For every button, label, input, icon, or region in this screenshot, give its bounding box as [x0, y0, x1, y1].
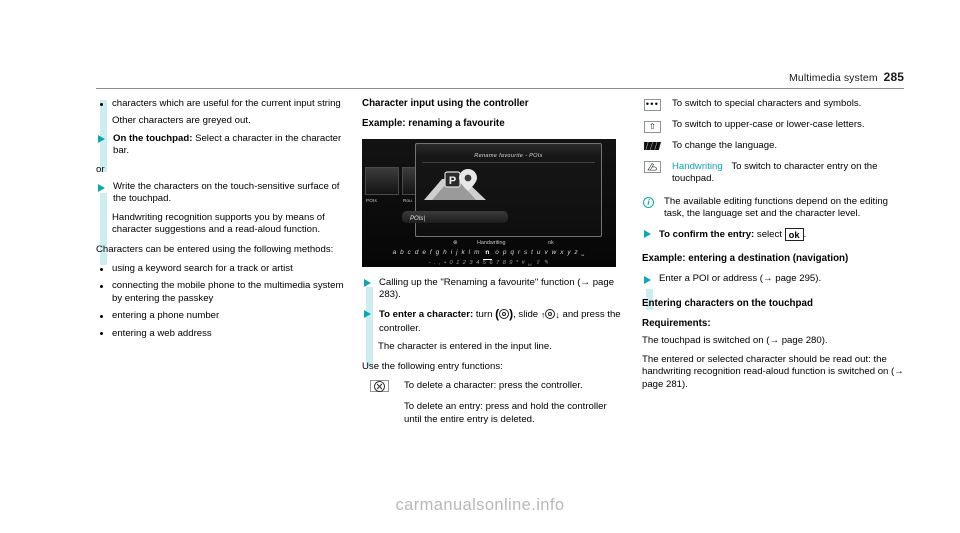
entry-function-text: To delete a character: press the control… — [404, 380, 583, 392]
paragraph: Use the following entry functions: — [362, 360, 503, 372]
step-item: Enter a POI or address (→ page 295). — [642, 273, 904, 285]
step-item: Calling up the "Renaming a favourite" fu… — [362, 277, 624, 302]
favourite-tile-label: Rou — [403, 197, 413, 203]
editing-function-text: To switch to upper-case or lower-case le… — [672, 119, 865, 130]
paragraph: Characters can be entered using the foll… — [96, 243, 334, 255]
ok-key-icon[interactable]: ok — [784, 227, 804, 241]
step-label-bold: To confirm the entry: — [659, 228, 755, 240]
section-heading: Character input using the controller — [362, 98, 529, 109]
list-item-label: entering a phone number — [112, 310, 220, 322]
list-item-label: characters which are useful for the curr… — [112, 98, 341, 109]
info-note-text: The available editing functions depend o… — [664, 195, 889, 220]
header-title: Multimedia system — [789, 72, 878, 84]
step-label-end: . — [803, 228, 807, 240]
step-label: Calling up the "Renaming a favourite" fu… — [379, 276, 615, 301]
bullet-marker — [100, 102, 104, 106]
section-subheading: Example: renaming a favourite — [362, 118, 505, 130]
section-heading: Example: entering a destination (navigat… — [642, 253, 849, 265]
bullet-marker — [100, 284, 104, 289]
step-label-mid: turn — [473, 308, 496, 320]
manual-page: Multimedia system 285 characters which ar… — [0, 0, 960, 533]
dialog-divider — [422, 161, 595, 163]
special-characters-icon: ••• — [644, 98, 661, 111]
editing-function-row: ⇧ To switch to upper-case or lower-case … — [642, 119, 904, 133]
requirements-heading: Requirements: — [642, 318, 711, 330]
step-continuation: The character is entered in the input li… — [378, 341, 552, 353]
entry-function-text: To delete an entry: press and hold the c… — [404, 401, 607, 425]
keyboard-backspace-icon: ⎵ — [581, 248, 586, 256]
requirement-text: The touchpad is switched on (→ page 280)… — [642, 334, 828, 346]
requirement-text: The entered or selected character should… — [642, 354, 904, 390]
step-continuation: Handwriting recognition supports you by … — [112, 211, 325, 236]
step-label-bold: To enter a character: — [379, 308, 474, 320]
watermark: carmanualsonline.info — [395, 496, 565, 514]
step-label: Enter a POI or address (→ page 295). — [659, 273, 822, 285]
entry-function-row: To delete an entry: press and hold the c… — [362, 401, 624, 426]
list-item: connecting the mobile phone to the multi… — [96, 280, 344, 305]
keyboard-letters-left: a b c d e f g h i j k l m — [392, 248, 481, 256]
handwriting-function-row: Handwriting To switch to character entry… — [642, 161, 904, 186]
info-note-row: i The available editing functions depend… — [642, 196, 904, 221]
list-item: entering a web address — [96, 328, 344, 340]
handwriting-hand-icon — [644, 161, 661, 173]
step-label: Write the characters on the touch-sensit… — [113, 181, 340, 205]
dialog-title: Rename favourite - POIs — [474, 152, 543, 159]
handwriting-label[interactable]: Handwriting — [672, 161, 723, 172]
arrow-icon — [364, 310, 371, 319]
arrow-icon — [644, 230, 651, 239]
editing-function-row: ••• To switch to special characters and … — [642, 98, 904, 112]
list-item-label: entering a web address — [112, 327, 212, 339]
step-item: To confirm the entry: select ok. — [642, 227, 904, 241]
input-line-value: POIs| — [410, 215, 425, 222]
editing-function-row: To change the language. — [642, 140, 904, 154]
column-three: ••• To switch to special characters and … — [642, 98, 904, 398]
controller-slide-icon: ↑ ↓ — [540, 308, 560, 320]
delete-character-icon — [370, 380, 389, 393]
poi-map-icon: P — [420, 167, 492, 207]
handwriting-label: Handwriting — [477, 239, 506, 246]
infotainment-screenshot: POIs Rou Rename favourite - POIs P POIs| — [362, 138, 616, 267]
or-separator: or — [96, 163, 105, 175]
dialog-toolbar: ⊗ Handwriting ok — [415, 235, 600, 246]
arrow-icon — [98, 135, 105, 144]
step-label-mid2: , slide — [513, 308, 541, 320]
page-header: Multimedia system 285 — [96, 68, 904, 88]
editing-function-text: To change the language. — [672, 140, 778, 151]
step-item: Write the characters on the touch-sensit… — [96, 181, 344, 206]
header-rule — [96, 88, 904, 89]
list-item: entering a phone number — [96, 310, 344, 322]
keyboard-letters-right: o p q r s t u v w x y z — [495, 248, 579, 256]
list-item: using a keyword search for a track or ar… — [96, 263, 344, 275]
note-text: Other characters are greyed out. — [112, 115, 251, 127]
column-one: characters which are useful for the curr… — [96, 98, 344, 345]
svg-text:P: P — [449, 175, 456, 187]
column-two: Character input using the controller Exa… — [362, 98, 624, 433]
bullet-marker — [100, 332, 104, 336]
page-number: 285 — [883, 70, 904, 84]
list-item: characters which are useful for the curr… — [96, 98, 344, 110]
shift-case-icon: ⇧ — [644, 119, 661, 133]
favourite-tile-label: POIs — [366, 197, 378, 203]
language-icon — [644, 141, 661, 154]
arrow-icon — [644, 275, 651, 284]
step-item: To enter a character: turn (), slide ↑ ↓ … — [362, 306, 624, 336]
entry-function-row: To delete a character: press the control… — [362, 380, 624, 394]
info-icon: i — [643, 196, 654, 209]
list-item-label: using a keyword search for a track or ar… — [112, 263, 293, 275]
section-heading: Entering characters on the touchpad — [642, 297, 813, 309]
keyboard-row-numbers[interactable]: - . , • 0 1 2 3 4 5 6 7 8 9 * # ␣ ⇧ ✎ — [372, 257, 606, 267]
arrow-icon — [364, 279, 371, 288]
editing-function-text: To switch to special characters and symb… — [672, 98, 862, 109]
bullet-marker — [100, 314, 104, 318]
bullet-marker — [100, 267, 104, 271]
arrow-icon — [98, 183, 105, 192]
step-item: On the touchpad: Select a character in t… — [96, 133, 344, 158]
step-label-bold: On the touchpad: — [113, 132, 193, 144]
step-label-mid: select — [754, 228, 785, 240]
controller-turn-icon: () — [495, 306, 514, 321]
list-item-label: connecting the mobile phone to the multi… — [112, 280, 344, 304]
favourite-tile — [365, 166, 399, 195]
